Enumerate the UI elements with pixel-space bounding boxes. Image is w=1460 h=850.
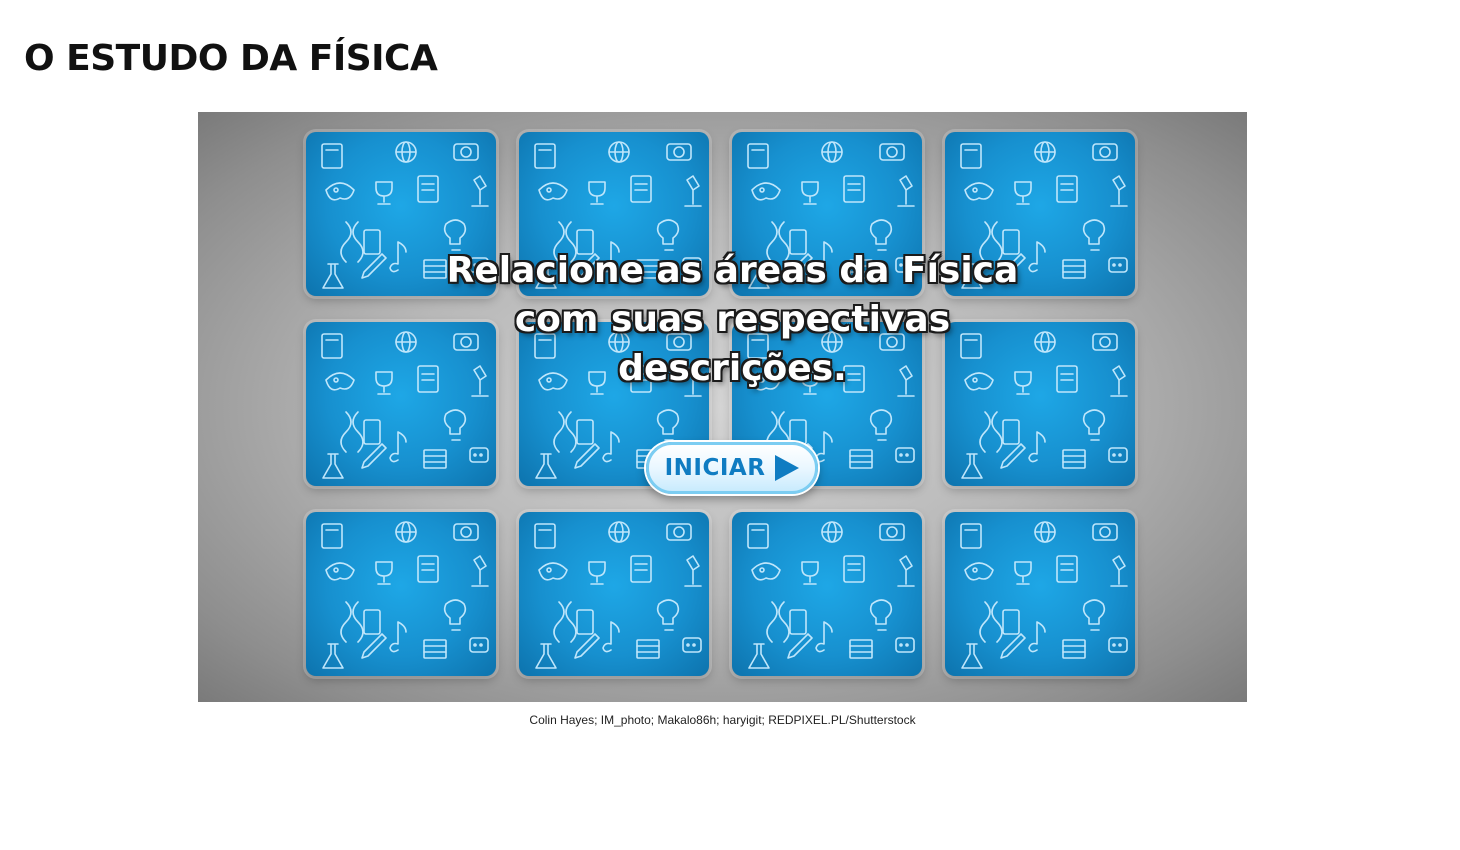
- play-arrow-icon: [775, 455, 800, 481]
- memory-card[interactable]: [306, 512, 496, 676]
- card-pattern-icon: [321, 521, 489, 669]
- start-button[interactable]: INICIAR: [646, 442, 818, 494]
- card-pattern-icon: [960, 521, 1128, 669]
- start-button-label: INICIAR: [664, 455, 766, 481]
- instruction-text: Relacione as áreas da Física com suas re…: [446, 250, 1019, 389]
- memory-game-frame: Relacione as áreas da Física com suas re…: [198, 112, 1247, 702]
- card-pattern-icon: [534, 521, 702, 669]
- memory-card[interactable]: [519, 512, 709, 676]
- memory-card[interactable]: [732, 512, 922, 676]
- memory-card[interactable]: [945, 512, 1135, 676]
- card-pattern-icon: [747, 521, 915, 669]
- image-credit: Colin Hayes; IM_photo; Makalo86h; haryig…: [529, 713, 916, 727]
- page-title: O ESTUDO DA FÍSICA: [24, 38, 438, 79]
